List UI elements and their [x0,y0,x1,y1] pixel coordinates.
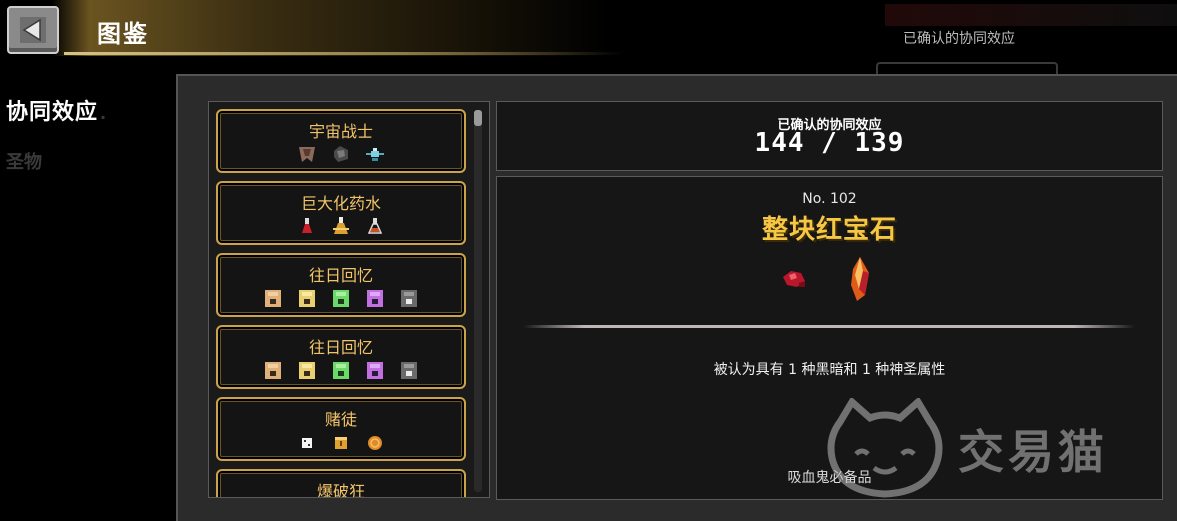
memory-card-1-icon [265,290,281,307]
cat-logo-icon [827,398,943,498]
count-value: 144 / 139 [754,128,905,158]
synergy-name: 赌徒 [324,410,357,429]
helmet-icon [334,146,348,162]
synergy-name: 往日回忆 [308,266,373,285]
drone-icon [366,148,384,161]
background-left-column [0,0,180,519]
memory-card-3-icon [333,362,349,379]
item-icon-row [497,257,1162,301]
nav-item-synergy[interactable]: 协同效应 [6,94,98,126]
memory-card-2-icon [299,362,315,379]
memory-card-4-icon [367,362,383,379]
synergy-name: 爆破狂 [316,482,365,498]
synergy-name: 巨大化药水 [300,194,381,213]
synergy-name: 宇宙战士 [308,122,373,141]
synergy-card[interactable]: 赌徒 [216,397,466,461]
synergy-card[interactable]: 往日回忆 [216,325,466,389]
memory-card-1-icon [265,362,281,379]
page-title: 图鉴 [97,20,149,48]
gold-potion-icon [333,217,349,234]
back-arrow-icon [20,17,46,43]
synergy-list[interactable]: 宇宙战士 巨大化药水 往日回忆 往日回忆 赌徒 爆破狂 [208,101,490,498]
ruby-shard-icon [783,271,805,287]
memory-card-3-icon [333,290,349,307]
synergy-count-panel: 已确认的协同效应 144 / 139 [496,101,1163,171]
dice-icon [302,438,312,448]
scrollbar-thumb[interactable] [474,110,482,126]
memory-card-4-icon [367,290,383,307]
header-bar [0,0,640,56]
red-potion-icon [302,218,312,233]
flask-icon [367,218,383,234]
header-underline [64,52,624,55]
synergy-card[interactable]: 巨大化药水 [216,181,466,245]
synergy-card[interactable]: 宇宙战士 [216,109,466,173]
box-icon [335,437,347,449]
watermark-text: 交易猫 [958,425,1108,479]
ruby-crystal-icon [851,257,869,301]
synergy-card[interactable]: 爆破狂 [216,469,466,498]
synergy-card[interactable]: 往日回忆 [216,253,466,317]
watermark: 交易猫 [826,398,1156,498]
synergy-name: 往日回忆 [308,338,373,357]
item-name: 整块红宝石 [761,215,897,245]
list-scrollbar[interactable] [474,110,482,492]
armor-icon [299,147,315,162]
background-right-bar [885,4,1177,26]
nav-item-other[interactable]: 圣物 [6,148,42,174]
item-description: 被认为具有 1 种黑暗和 1 种神圣属性 [713,362,946,378]
background-right-title: 已确认的协同效应 [903,31,1015,47]
memory-card-5-icon [401,362,417,379]
item-number: No. 102 [802,191,857,207]
back-button[interactable] [7,6,59,54]
detail-divider [523,325,1135,328]
background-stage-text: . [100,104,108,123]
memory-card-5-icon [401,290,417,307]
memory-card-2-icon [299,290,315,307]
coin-icon [368,436,382,450]
